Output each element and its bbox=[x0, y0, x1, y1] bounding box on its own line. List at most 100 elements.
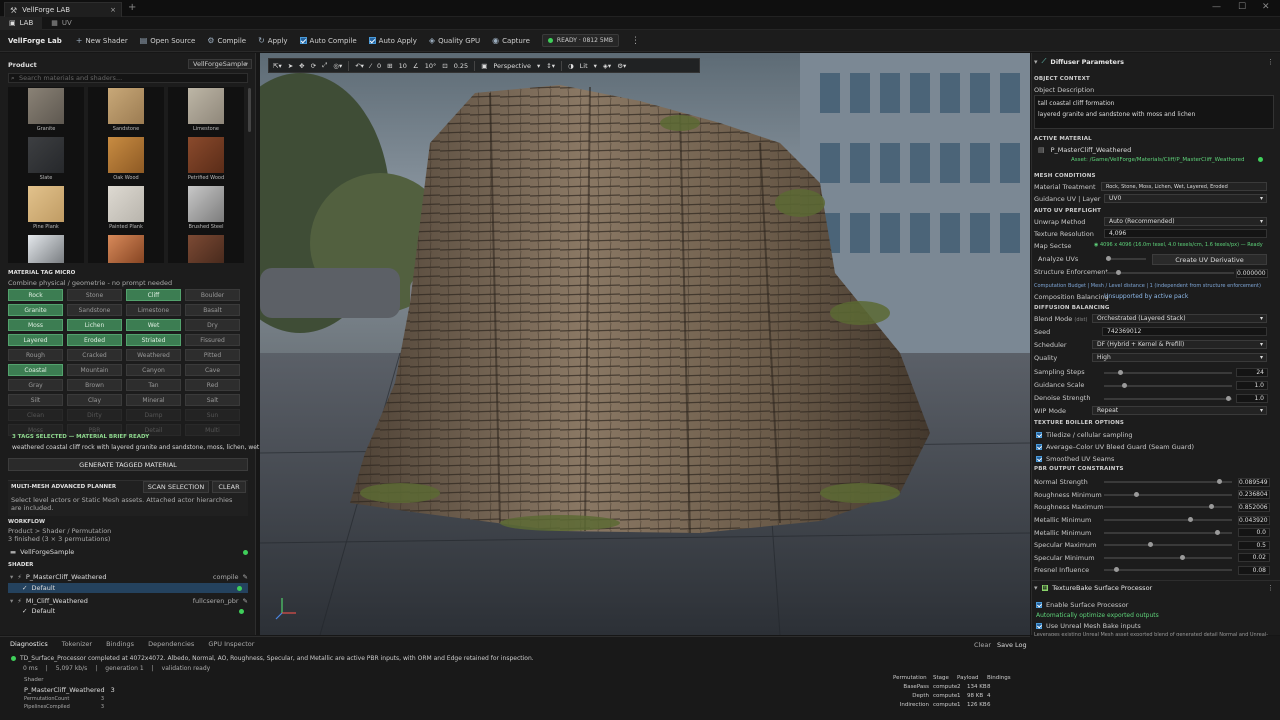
permutation-row[interactable]: ✓ Default bbox=[10, 607, 248, 615]
tag-chip[interactable]: Canyon bbox=[126, 364, 181, 376]
fov-icon[interactable]: ↕▾ bbox=[546, 62, 555, 70]
window-tab[interactable]: ⚒ VellForge LAB × bbox=[4, 2, 122, 17]
tag-chip[interactable]: Eroded bbox=[67, 334, 122, 346]
tag-chip[interactable]: Rock bbox=[8, 289, 63, 301]
object-description-field[interactable]: tall coastal cliff formation layered gra… bbox=[1034, 95, 1274, 129]
slider-knob[interactable] bbox=[1122, 383, 1127, 388]
tab-bindings[interactable]: Bindings bbox=[106, 640, 134, 648]
guidance-uv-select[interactable]: UV0 ▾ bbox=[1104, 194, 1267, 203]
clear-log-button[interactable]: Clear bbox=[974, 641, 991, 649]
slider-knob[interactable] bbox=[1226, 396, 1231, 401]
enable-surface-row[interactable]: Enable Surface Processor bbox=[1036, 601, 1128, 609]
denoise-slider[interactable] bbox=[1104, 396, 1232, 401]
tag-chip[interactable]: Moss bbox=[8, 319, 63, 331]
quality-gpu-button[interactable]: ◈ Quality GPU bbox=[429, 36, 480, 45]
pbr-slider[interactable] bbox=[1104, 491, 1232, 497]
maximize-icon[interactable]: ☐ bbox=[1238, 2, 1246, 12]
more-icon[interactable]: ⋮ bbox=[631, 36, 640, 46]
save-log-button[interactable]: Save Log bbox=[997, 641, 1027, 649]
3d-viewport[interactable] bbox=[260, 53, 1030, 635]
quality-select[interactable]: High ▾ bbox=[1092, 353, 1267, 362]
compile-button[interactable]: ⚙ Compile bbox=[207, 36, 246, 45]
auto-compile-checkbox[interactable] bbox=[299, 37, 307, 44]
material-tile[interactable]: Limestone bbox=[168, 87, 244, 136]
tag-chip[interactable]: Cliff bbox=[126, 289, 181, 301]
blend-select[interactable]: Orchestrated (Layered Stack) ▾ bbox=[1092, 314, 1267, 323]
material-tile[interactable]: Walnut bbox=[168, 234, 244, 263]
seam-guard-checkbox[interactable] bbox=[1036, 444, 1042, 450]
use-unreal-row[interactable]: Use Unreal Mesh Bake inputs bbox=[1036, 622, 1141, 630]
auto-apply-checkbox[interactable] bbox=[368, 37, 376, 44]
enable-surface-checkbox[interactable] bbox=[1036, 602, 1042, 608]
tag-chip[interactable]: Wet bbox=[126, 319, 181, 331]
tag-chip[interactable]: Mountain bbox=[67, 364, 122, 376]
pbr-slider[interactable] bbox=[1104, 554, 1232, 560]
tag-chip[interactable]: Weathered bbox=[126, 349, 181, 361]
material-tile[interactable]: Granite bbox=[8, 87, 84, 136]
tag-chip[interactable]: Mineral bbox=[126, 394, 181, 406]
tag-chip[interactable]: Clay bbox=[67, 394, 122, 406]
slider-knob[interactable] bbox=[1133, 491, 1139, 497]
permutation-row-selected[interactable]: ✓ Default bbox=[8, 583, 248, 593]
pbr-slider[interactable] bbox=[1104, 479, 1232, 485]
angle-snap-value[interactable]: 10° bbox=[425, 62, 437, 70]
tiledize-checkbox[interactable] bbox=[1036, 432, 1042, 438]
settings-icon[interactable]: ⚙▾ bbox=[617, 62, 626, 70]
pbr-slider[interactable] bbox=[1104, 542, 1232, 548]
material-search-input[interactable]: ⌕ Search materials and shaders... bbox=[8, 73, 248, 83]
capture-button[interactable]: ◉ Capture bbox=[492, 36, 530, 45]
pbr-value[interactable]: 0.02 bbox=[1238, 553, 1270, 563]
unwrap-select[interactable]: Auto (Recommended) ▾ bbox=[1104, 217, 1267, 226]
tag-chip[interactable]: Pitted bbox=[185, 349, 240, 361]
tag-chip[interactable]: Limestone bbox=[126, 304, 181, 316]
tag-chip[interactable]: Tan bbox=[126, 379, 181, 391]
edit-icon[interactable]: ✎ bbox=[243, 573, 248, 581]
product-select[interactable]: VellForgeSample ▾ bbox=[188, 59, 252, 69]
tag-chip[interactable]: Layered bbox=[8, 334, 63, 346]
material-scrollbar[interactable] bbox=[248, 88, 251, 132]
pbr-value[interactable]: 0.08 bbox=[1238, 565, 1270, 575]
tag-chip[interactable]: Rough bbox=[8, 349, 63, 361]
more-icon[interactable]: ⋮ bbox=[1267, 58, 1274, 66]
camera-icon[interactable]: ▣ bbox=[481, 62, 487, 70]
pbr-slider[interactable] bbox=[1104, 504, 1232, 510]
edit-icon[interactable]: ✎ bbox=[243, 597, 248, 605]
tag-chip[interactable]: Boulder bbox=[185, 289, 240, 301]
tab-lab[interactable]: ▣ LAB bbox=[0, 16, 43, 30]
lit-select[interactable]: Lit bbox=[580, 62, 588, 70]
shader-row[interactable]: ▾ ⚡ MI_Cliff_Weathered fullcseren_pbr ✎ bbox=[10, 597, 248, 605]
slider-knob[interactable] bbox=[1148, 542, 1154, 548]
tag-chip[interactable]: Sun bbox=[185, 409, 240, 421]
guidance-scale-value[interactable]: 1.0 bbox=[1236, 381, 1268, 390]
option-tiledize[interactable]: Tiledize / cellular sampling bbox=[1036, 431, 1133, 439]
analyze-slider[interactable] bbox=[1106, 256, 1146, 261]
tag-chip[interactable]: Red bbox=[185, 379, 240, 391]
slider-knob[interactable] bbox=[1116, 270, 1121, 275]
open-source-button[interactable]: ▤ Open Source bbox=[140, 36, 196, 45]
minimize-icon[interactable]: — bbox=[1212, 2, 1221, 12]
scale-snap-icon[interactable]: ⊡ bbox=[442, 62, 447, 70]
scheduler-select[interactable]: DF (Hybrid + Kernel & Prefill) ▾ bbox=[1092, 340, 1267, 349]
tag-chip[interactable]: Damp bbox=[126, 409, 181, 421]
tag-chip[interactable]: Fissured bbox=[185, 334, 240, 346]
material-tile[interactable]: Sandstone bbox=[88, 87, 164, 136]
material-tile[interactable]: Copper bbox=[88, 234, 164, 263]
clear-button[interactable]: CLEAR bbox=[212, 481, 246, 493]
auto-apply-toggle[interactable]: Auto Apply bbox=[368, 37, 417, 45]
diffuser-header[interactable]: ▾ ⟋ Diffuser Parameters ⋮ bbox=[1034, 57, 1274, 66]
tag-chip[interactable]: Dirty bbox=[67, 409, 122, 421]
steps-slider[interactable] bbox=[1104, 370, 1232, 375]
material-tile[interactable]: Pine Plank bbox=[8, 185, 84, 234]
close-window-icon[interactable]: ✕ bbox=[1262, 2, 1270, 12]
scale-icon[interactable]: ⤢ bbox=[322, 61, 327, 70]
slider-knob[interactable] bbox=[1214, 529, 1220, 535]
pbr-value[interactable]: 0.236804 bbox=[1238, 490, 1270, 500]
steps-value[interactable]: 24 bbox=[1236, 368, 1268, 377]
pbr-slider[interactable] bbox=[1104, 529, 1232, 535]
auto-compile-toggle[interactable]: Auto Compile bbox=[299, 37, 357, 45]
tag-chip[interactable]: Brown bbox=[67, 379, 122, 391]
tab-tokenizer[interactable]: Tokenizer bbox=[62, 640, 92, 648]
snap-icon[interactable]: ⁄ bbox=[370, 62, 371, 70]
new-tab-icon[interactable]: + bbox=[128, 2, 136, 13]
material-tile[interactable]: Oak Wood bbox=[88, 136, 164, 185]
